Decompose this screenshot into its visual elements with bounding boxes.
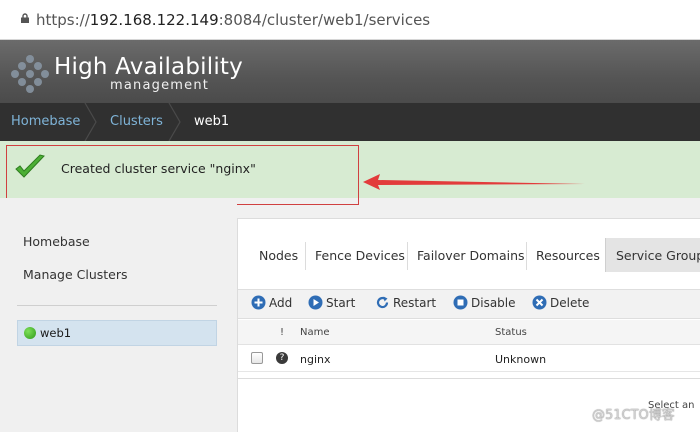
sidebar-divider bbox=[17, 305, 217, 306]
row-checkbox[interactable] bbox=[251, 352, 263, 364]
service-name[interactable]: nginx bbox=[300, 353, 331, 366]
breadcrumb-clusters[interactable]: Clusters bbox=[110, 114, 163, 129]
column-header-alert[interactable]: ! bbox=[280, 327, 284, 338]
sidebar-link-manage-clusters[interactable]: Manage Clusters bbox=[23, 267, 128, 282]
url-prefix: https:// bbox=[36, 11, 90, 29]
tab-service-groups[interactable]: Service Groups bbox=[605, 238, 700, 272]
watermark: @51CTO博客 bbox=[592, 408, 675, 423]
checkmark-icon bbox=[15, 154, 45, 178]
breadcrumb-current: web1 bbox=[194, 114, 230, 129]
tab-divider bbox=[407, 242, 408, 270]
add-icon bbox=[251, 295, 266, 310]
tab-nodes[interactable]: Nodes bbox=[259, 238, 298, 272]
breadcrumb-separator bbox=[168, 103, 181, 141]
stop-icon bbox=[453, 295, 468, 310]
column-header-status[interactable]: Status bbox=[495, 327, 527, 338]
lock-icon bbox=[21, 13, 29, 23]
tab-resources[interactable]: Resources bbox=[536, 238, 600, 272]
url-path: :8084/cluster/web1/services bbox=[218, 11, 431, 29]
breadcrumb-separator bbox=[84, 103, 97, 141]
sidebar-cluster-web1[interactable]: web1 bbox=[17, 320, 217, 346]
status-dot-icon bbox=[24, 327, 36, 339]
breadcrumb: Homebase Clusters web1 bbox=[0, 103, 700, 141]
delete-button-label: Delete bbox=[550, 296, 590, 310]
add-button-label: Add bbox=[269, 296, 293, 310]
screen: https://192.168.122.149:8084/cluster/web… bbox=[0, 0, 700, 432]
tab-divider bbox=[305, 242, 306, 270]
tab-fence-devices[interactable]: Fence Devices bbox=[315, 238, 405, 272]
play-icon bbox=[308, 295, 323, 310]
app-header: High Availability management bbox=[0, 40, 700, 103]
tab-failover-domains[interactable]: Failover Domains bbox=[417, 238, 525, 272]
restart-icon bbox=[376, 296, 389, 309]
annotation-arrow-icon bbox=[363, 174, 585, 190]
delete-icon bbox=[532, 295, 547, 310]
sidebar-link-homebase[interactable]: Homebase bbox=[23, 234, 90, 249]
url-text: https://192.168.122.149:8084/cluster/web… bbox=[36, 11, 430, 29]
notification-message: Created cluster service "nginx" bbox=[61, 161, 256, 176]
column-header-name[interactable]: Name bbox=[300, 327, 330, 338]
app-subtitle: management bbox=[110, 78, 210, 93]
help-icon: ? bbox=[276, 352, 288, 364]
app-title: High Availability bbox=[54, 54, 243, 80]
restart-button-label: Restart bbox=[393, 296, 437, 310]
service-status: Unknown bbox=[495, 353, 547, 366]
disable-button-label: Disable bbox=[471, 296, 516, 310]
start-button-label: Start bbox=[326, 296, 356, 310]
breadcrumb-homebase[interactable]: Homebase bbox=[11, 114, 80, 129]
url-host: 192.168.122.149 bbox=[89, 11, 219, 29]
browser-url-bar[interactable]: https://192.168.122.149:8084/cluster/web… bbox=[0, 0, 700, 40]
cluster-name: web1 bbox=[40, 326, 72, 340]
tab-divider bbox=[526, 242, 527, 270]
app-logo bbox=[11, 55, 49, 93]
